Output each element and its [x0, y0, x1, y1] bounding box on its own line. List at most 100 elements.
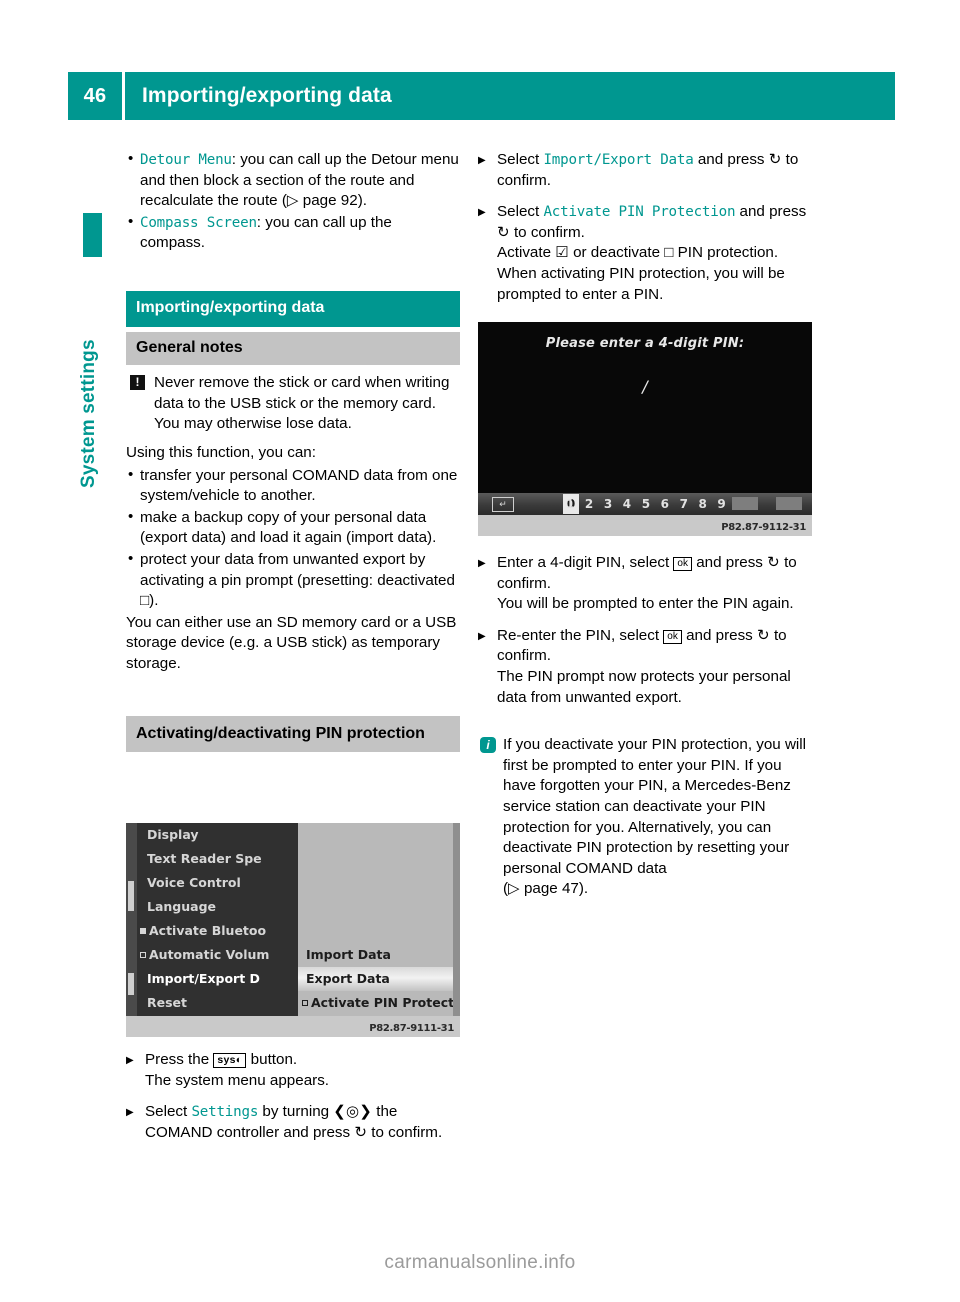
left-column: Detour Menu: you can call up the Detour … [126, 149, 460, 753]
step-enter-pin: Enter a 4-digit PIN, select ok and press… [478, 553, 812, 615]
menu-name-detour: Detour Menu [140, 152, 232, 168]
menu-item-label: Language [147, 899, 217, 914]
menu-name-import-export-data: Import/Export Data [543, 152, 694, 168]
menu-item-language: Language [137, 895, 298, 919]
step-select-activate-pin-protection: Select Activate PIN Protection and press… [478, 202, 812, 305]
step-text-pre: Select [497, 203, 544, 221]
checkbox-unchecked-icon [302, 1000, 308, 1006]
ok-button-icon: ok [663, 629, 682, 644]
step-result-text: The PIN prompt now protects your persona… [497, 667, 791, 706]
menu-item-voice-control: Voice Control [137, 871, 298, 895]
pin-screen-display: Please enter a 4-digit PIN: / ↵ 0 1 2 3 … [478, 322, 812, 515]
menu-item-activate-bluetooth: Activate Bluetoo [137, 919, 298, 943]
submenu-item-export-data: Export Data [298, 967, 460, 991]
menu-name-settings: Settings [191, 1104, 259, 1121]
sys-button-label: sys [217, 1054, 236, 1066]
step-reenter-pin: Re-enter the PIN, select ok and press ↻ … [478, 626, 812, 708]
sys-button-icon: sys◐ [213, 1053, 247, 1068]
step-extra-text: Activate ☑ or deactivate □ PIN protectio… [497, 244, 785, 303]
right-column-continued: Enter a 4-digit PIN, select ok and press… [478, 553, 812, 900]
step-result-text: You will be prompted to enter the PIN ag… [497, 595, 794, 613]
chapter-tab-marker [83, 213, 102, 257]
menu-name-activate-pin-protection: Activate PIN Protection [543, 204, 736, 221]
back-icon: ↵ [492, 497, 514, 512]
comand-settings-menu-screenshot: Display Text Reader Spe Voice Control La… [126, 823, 460, 1037]
submenu-item-label: Export Data [306, 971, 390, 986]
keypad-delete-icon [732, 497, 758, 510]
info-text: If you deactivate your PIN protection, y… [503, 736, 807, 877]
list-item: make a backup copy of your personal data… [126, 507, 460, 549]
menu-item-label: Display [147, 827, 199, 842]
menu-item-text-reader-speed: Text Reader Spe [137, 847, 298, 871]
step-text-pre: Enter a 4-digit PIN, select [497, 554, 674, 571]
screenshot-scrollbar-rail [126, 823, 137, 1016]
page-title: Importing/exporting data [142, 84, 392, 107]
step-list: Press the sys◐ button. The system menu a… [126, 1050, 460, 1143]
step-result-text: The system menu appears. [145, 1071, 330, 1089]
submenu-item-import-data: Import Data [298, 943, 460, 967]
checkbox-checked-icon [140, 928, 146, 934]
warning-text: Never remove the stick or card when writ… [154, 374, 450, 433]
screenshot-display-area: Display Text Reader Spe Voice Control La… [126, 823, 460, 1016]
page-number: 46 [83, 84, 107, 107]
keypad-digits: 1 2 3 4 5 6 7 8 9 [566, 497, 729, 511]
figure-caption: P82.87-9112-31 [721, 522, 806, 533]
page-header: 46 Importing/exporting data [68, 72, 895, 120]
menu-item-label: Activate Bluetoo [149, 923, 267, 938]
left-column-steps: Press the sys◐ button. The system menu a… [126, 1050, 460, 1154]
pin-prompt-text: Please enter a 4-digit PIN: [545, 336, 745, 351]
checkbox-unchecked-icon [140, 952, 146, 958]
pin-keypad-bar: ↵ 0 1 2 3 4 5 6 7 8 9 [478, 493, 812, 515]
right-column: Select Import/Export Data and press ↻ to… [478, 150, 812, 316]
warning-note: ! Never remove the stick or card when wr… [126, 373, 460, 435]
step-select-settings: Select Settings by turning ❮◎❯ the COMAN… [126, 1102, 460, 1143]
scrollbar-thumb-upper [128, 881, 134, 911]
list-item: Compass Screen: you can call up the comp… [126, 212, 460, 254]
menu-item-automatic-volume: Automatic Volum [137, 943, 298, 967]
menu-item-label: Automatic Volum [149, 947, 270, 962]
list-item: Detour Menu: you can call up the Detour … [126, 149, 460, 212]
step-list-pin-setup: Select Import/Export Data and press ↻ to… [478, 150, 812, 305]
subsection-heading-pin-protection: Activating/deactivating PIN protection [126, 716, 460, 753]
submenu-item-activate-pin-protection: Activate PIN Protection [298, 991, 460, 1015]
settings-menu-panel: Display Text Reader Spe Voice Control La… [137, 823, 298, 1016]
figure-caption: P82.87-9111-31 [369, 1023, 454, 1034]
step-select-import-export-data: Select Import/Export Data and press ↻ to… [478, 150, 812, 191]
info-icon: i [480, 737, 496, 754]
step-text-post: button. [246, 1051, 298, 1068]
menu-item-label: Voice Control [147, 875, 241, 890]
intro-text: Using this function, you can: [126, 443, 316, 461]
feature-bullet-list: Detour Menu: you can call up the Detour … [126, 149, 460, 254]
list-item: protect your data from unwanted export b… [126, 549, 460, 612]
menu-item-label: Reset [147, 995, 187, 1010]
submenu-panel: Import Data Export Data Activate PIN Pro… [298, 823, 460, 1016]
capability-list: transfer your personal COMAND data from … [126, 465, 460, 612]
step-list-pin-entry: Enter a 4-digit PIN, select ok and press… [478, 553, 812, 708]
storage-note-text: You can either use an SD memory card or … [126, 613, 457, 672]
manual-page: 46 Importing/exporting data System setti… [0, 0, 960, 1302]
menu-item-display: Display [137, 823, 298, 847]
comand-pin-entry-screenshot: Please enter a 4-digit PIN: / ↵ 0 1 2 3 … [478, 322, 812, 536]
info-reference: (▷ page 47). [503, 880, 589, 898]
subsection-heading-general-notes: General notes [126, 331, 460, 366]
submenu-scrollbar [453, 823, 460, 1016]
menu-item-label: Text Reader Spe [147, 851, 262, 866]
step-text-pre: Press the [145, 1051, 214, 1068]
submenu-item-label: Activate PIN Protection [311, 995, 460, 1010]
menu-name-compass: Compass Screen [140, 214, 257, 231]
scrollbar-thumb-lower [128, 973, 134, 995]
site-watermark: carmanualsonline.info [384, 1252, 576, 1273]
submenu-item-label: Import Data [306, 947, 391, 962]
step-text-pre: Select [145, 1103, 192, 1121]
ok-button-icon: ok [673, 557, 692, 571]
pin-input-cursor: / [642, 377, 648, 396]
step-text-pre: Re-enter the PIN, select [497, 626, 664, 644]
step-text-pre: Select [497, 151, 544, 168]
step-press-sys-button: Press the sys◐ button. The system menu a… [126, 1050, 460, 1091]
section-heading-importing-exporting: Importing/exporting data [126, 290, 460, 327]
keypad-ok-icon [776, 497, 802, 510]
info-note: i If you deactivate your PIN protection,… [478, 735, 812, 900]
chapter-label: System settings [78, 339, 99, 488]
menu-item-label: Import/Export D [147, 971, 260, 986]
menu-item-reset: Reset [137, 991, 298, 1015]
